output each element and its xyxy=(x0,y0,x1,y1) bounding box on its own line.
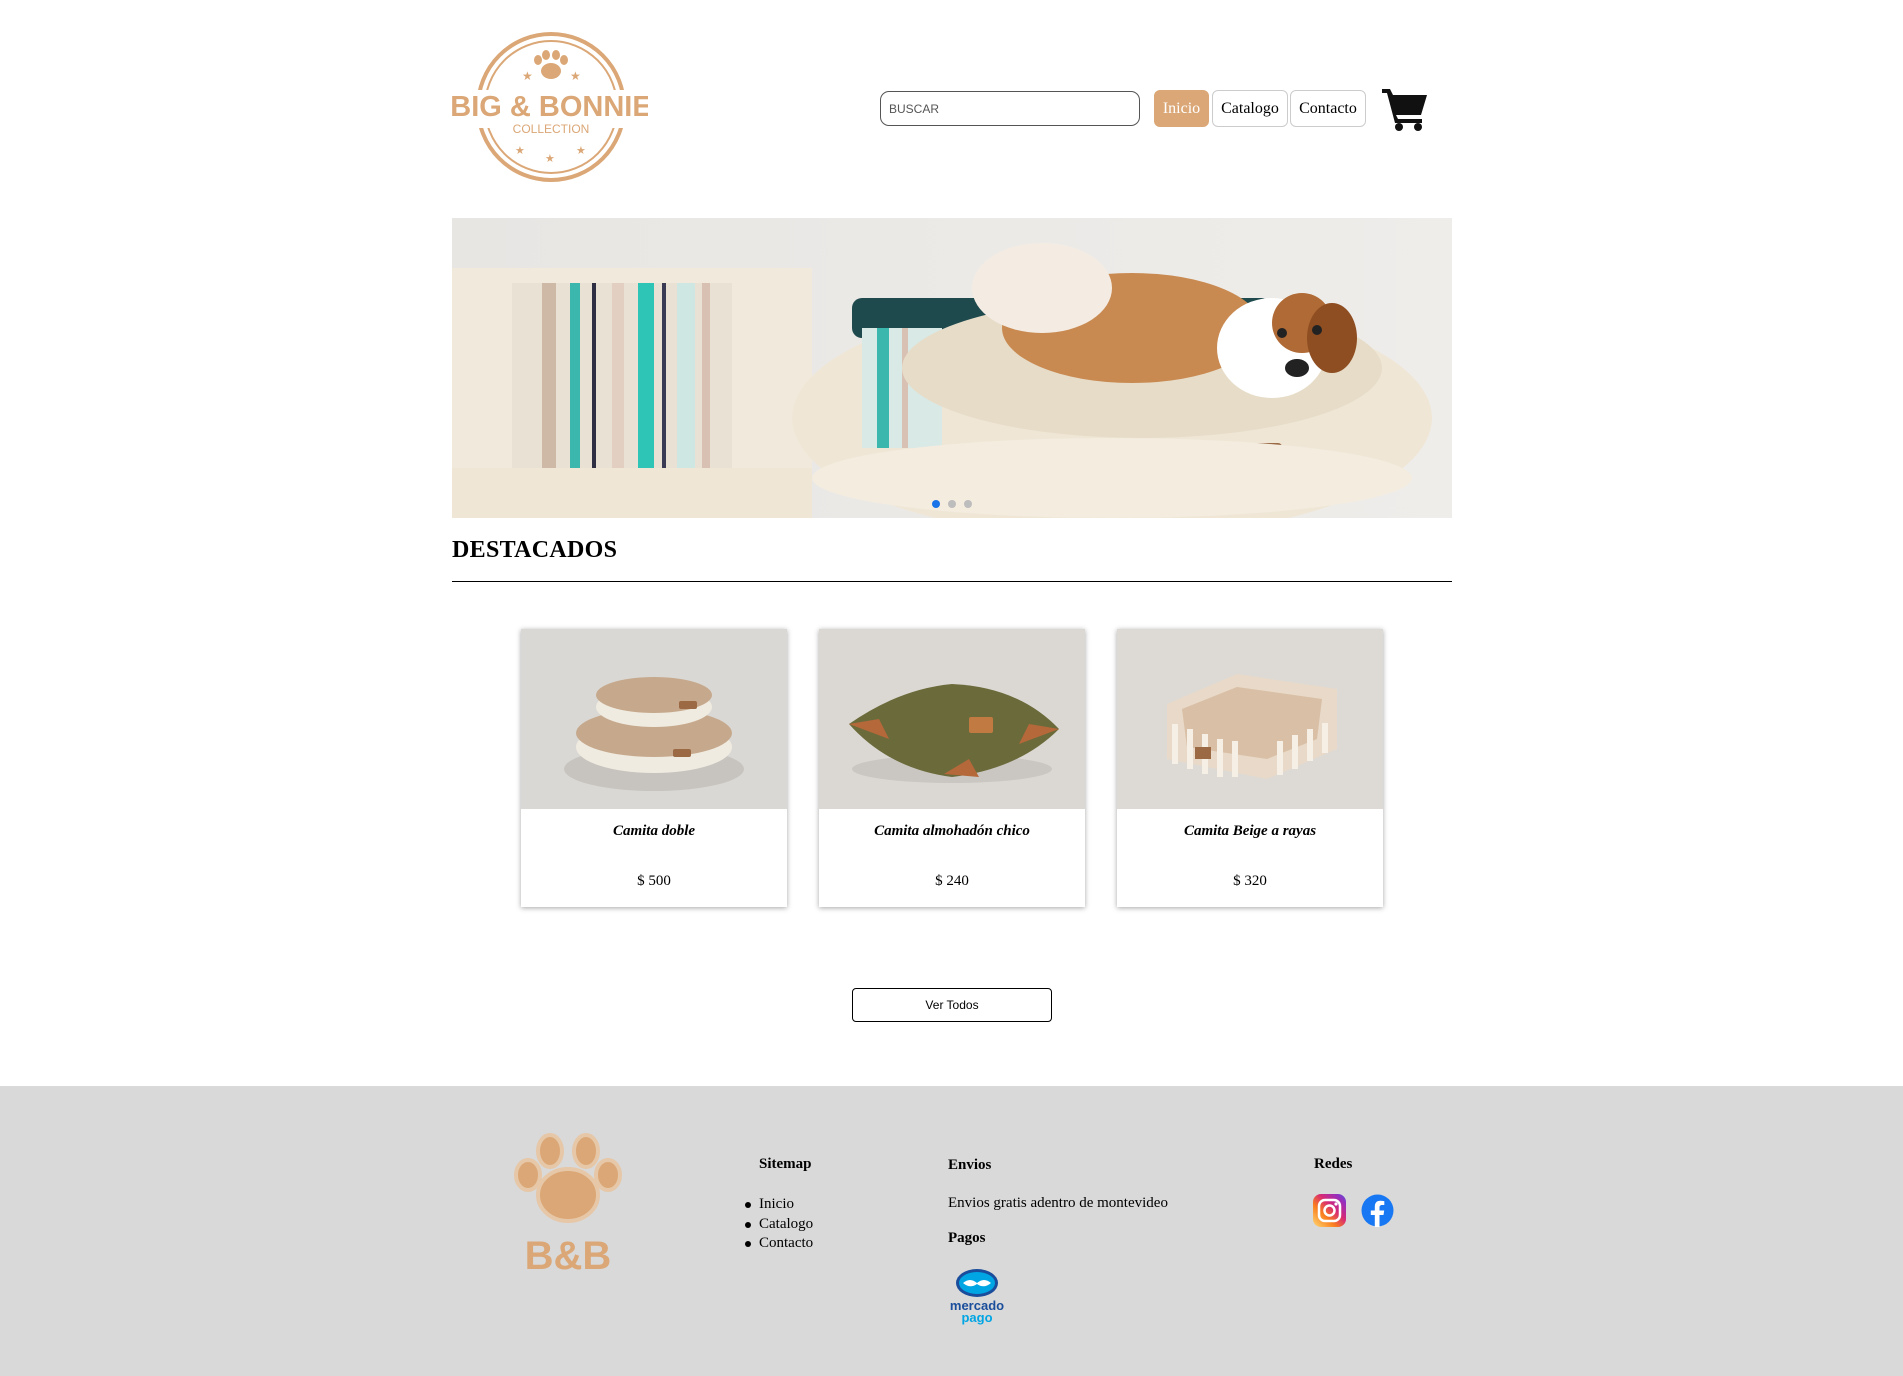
footer-link-inicio[interactable]: Inicio xyxy=(744,1195,813,1215)
carousel-dot-1[interactable] xyxy=(932,500,940,508)
footer-payments-heading: Pagos xyxy=(948,1230,986,1246)
carousel-dot-3[interactable] xyxy=(964,500,972,508)
footer-logo[interactable]: B&B xyxy=(506,1133,630,1275)
section-divider xyxy=(452,581,1452,582)
carousel-dot-2[interactable] xyxy=(948,500,956,508)
logo-sub-text: COLLECTION xyxy=(513,122,590,136)
view-all-button[interactable]: Ver Todos xyxy=(852,988,1052,1022)
product-name: Camita Beige a rayas xyxy=(1183,823,1317,839)
nav-inicio[interactable]: Inicio xyxy=(1154,90,1209,127)
footer-shipping-heading: Envios xyxy=(948,1157,992,1173)
svg-text:★: ★ xyxy=(522,69,533,83)
hero-slide-image xyxy=(452,218,1452,518)
footer-sitemap-heading: Sitemap xyxy=(759,1156,812,1172)
brand-logo[interactable]: ★ ★ ★ ★ ★ BIG & BONNIE COLLECTION xyxy=(452,30,648,184)
footer-link-catalogo[interactable]: Catalogo xyxy=(744,1215,813,1235)
footer-logo-text: B&B xyxy=(525,1234,612,1275)
product-name: Camita doble xyxy=(612,823,696,839)
footer-sitemap-list: Inicio Catalogo Contacto xyxy=(744,1195,813,1254)
product-image xyxy=(819,629,1085,809)
section-title: DESTACADOS xyxy=(452,537,618,563)
logo-main-text: BIG & BONNIE xyxy=(452,91,648,123)
product-image xyxy=(521,629,787,809)
footer-link-contacto[interactable]: Contacto xyxy=(744,1234,813,1254)
product-card[interactable]: Camita almohadón chico $ 240 xyxy=(819,629,1085,907)
facebook-icon[interactable] xyxy=(1361,1194,1394,1227)
product-price: $ 240 xyxy=(935,873,969,889)
product-price: $ 500 xyxy=(637,873,671,889)
product-image xyxy=(1117,629,1383,809)
mercado-pago-logo: mercado pago xyxy=(945,1267,1009,1325)
shopping-cart-icon[interactable] xyxy=(1381,86,1429,132)
mp-text-line2: pago xyxy=(961,1310,992,1325)
footer-shipping-text: Envios gratis adentro de montevideo xyxy=(948,1195,1168,1211)
carousel-indicators xyxy=(452,500,1452,508)
product-price: $ 320 xyxy=(1233,873,1267,889)
nav-contacto[interactable]: Contacto xyxy=(1290,90,1366,127)
product-card[interactable]: Camita doble $ 500 xyxy=(521,629,787,907)
nav-catalogo[interactable]: Catalogo xyxy=(1212,90,1288,127)
product-name: Camita almohadón chico xyxy=(874,823,1030,839)
svg-text:★: ★ xyxy=(576,144,586,157)
svg-text:★: ★ xyxy=(570,69,581,83)
search-input[interactable] xyxy=(880,91,1140,126)
instagram-icon[interactable] xyxy=(1313,1194,1346,1227)
hero-carousel[interactable] xyxy=(452,218,1452,518)
product-card[interactable]: Camita Beige a rayas $ 320 xyxy=(1117,629,1383,907)
footer-social-heading: Redes xyxy=(1314,1156,1353,1172)
svg-text:★: ★ xyxy=(545,152,555,165)
svg-text:★: ★ xyxy=(515,144,525,157)
